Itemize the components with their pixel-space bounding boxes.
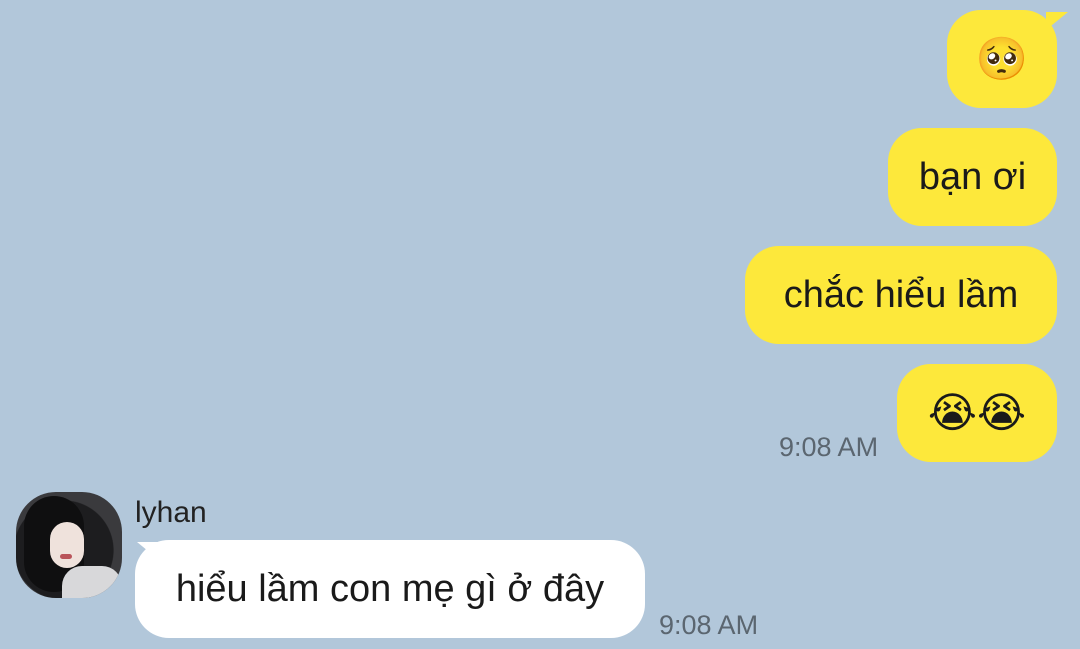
message-text: chắc hiểu lầm [783, 273, 1019, 316]
loudly-crying-face-emoji: 😭😭 [927, 388, 1027, 437]
outgoing-message-emoji[interactable]: 😭😭 [897, 364, 1057, 462]
outgoing-bubble-tail [1046, 12, 1068, 30]
pleading-face-emoji: 🥺 [975, 34, 1029, 83]
outgoing-timestamp: 9:08 AM [779, 432, 879, 462]
sender-name[interactable]: lyhan [135, 496, 207, 530]
outgoing-message[interactable]: chắc hiểu lầm [745, 246, 1057, 344]
chat-area: 🥺 bạn ơi chắc hiểu lầm 😭😭 9:08 AM lyhan … [0, 0, 1080, 649]
incoming-timestamp: 9:08 AM [659, 610, 759, 640]
sender-avatar[interactable] [16, 492, 122, 598]
incoming-message[interactable]: hiểu lầm con mẹ gì ở đây [135, 540, 645, 638]
message-text: bạn ơi [918, 155, 1027, 198]
outgoing-message-emoji[interactable]: 🥺 [947, 10, 1057, 108]
outgoing-message[interactable]: bạn ơi [888, 128, 1057, 226]
message-text: hiểu lầm con mẹ gì ở đây [175, 567, 605, 610]
